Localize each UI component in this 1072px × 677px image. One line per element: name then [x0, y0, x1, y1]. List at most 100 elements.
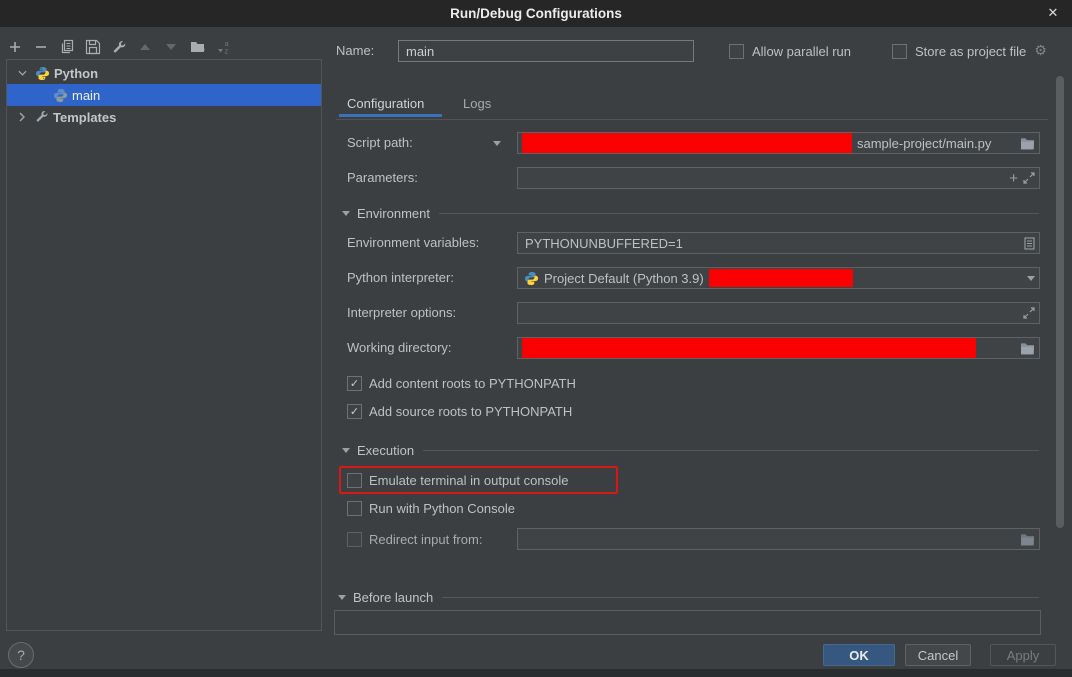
section-collapse-icon[interactable]: [338, 595, 346, 600]
run-debug-configurations-dialog: Run/Debug Configurations ✕: [0, 0, 1072, 677]
checkbox-box: ✓: [347, 501, 362, 516]
close-icon[interactable]: ✕: [1042, 0, 1064, 27]
bottom-edge-strip: [0, 669, 1072, 677]
dropdown-arrow-icon[interactable]: [1027, 276, 1035, 281]
tree-item-python[interactable]: Python: [7, 62, 321, 84]
python-interpreter-select[interactable]: Project Default (Python 3.9): [517, 267, 1040, 289]
name-label: Name:: [336, 40, 374, 62]
checkbox-label: Redirect input from:: [369, 532, 482, 547]
checkbox-label: Allow parallel run: [752, 44, 851, 59]
add-configuration-button[interactable]: [5, 37, 25, 57]
expand-field-icon[interactable]: [1023, 307, 1035, 319]
chevron-down-icon[interactable]: [493, 141, 501, 146]
script-path-row: Script path: sample-project/main.py: [336, 132, 1040, 154]
environment-variables-label: Environment variables:: [347, 232, 479, 254]
python-icon: [53, 88, 68, 103]
working-directory-label: Working directory:: [347, 337, 452, 359]
name-input[interactable]: main: [398, 40, 694, 62]
wrench-icon: [35, 110, 49, 124]
move-down-button[interactable]: [161, 37, 181, 57]
checkbox-box: ✓: [347, 376, 362, 391]
checkbox-label: Run with Python Console: [369, 501, 515, 516]
execution-section-header[interactable]: Execution: [342, 441, 1039, 459]
name-value: main: [406, 44, 434, 59]
help-icon: ?: [17, 647, 25, 663]
interpreter-options-input[interactable]: [517, 302, 1040, 324]
run-with-python-console-checkbox[interactable]: ✓ Run with Python Console: [347, 498, 515, 518]
tab-logs[interactable]: Logs: [463, 96, 491, 111]
checkbox-box: ✓: [347, 532, 362, 547]
environment-variables-row: Environment variables: PYTHONUNBUFFERED=…: [336, 232, 1040, 254]
script-path-label: Script path:: [347, 132, 413, 154]
add-macro-icon[interactable]: +: [1009, 170, 1018, 187]
vertical-scrollbar-thumb[interactable]: [1056, 76, 1064, 528]
checkbox-label: Add content roots to PYTHONPATH: [369, 376, 576, 391]
checkbox-box: ✓: [347, 473, 362, 488]
configurations-tree-panel: Python main Templates: [6, 59, 322, 631]
parameters-label: Parameters:: [347, 167, 418, 189]
before-launch-task-list[interactable]: [334, 610, 1041, 635]
checkbox-label: Emulate terminal in output console: [369, 473, 568, 488]
environment-variables-value: PYTHONUNBUFFERED=1: [522, 236, 683, 251]
checkbox-box: ✓: [892, 44, 907, 59]
title-bar: Run/Debug Configurations ✕: [0, 0, 1072, 27]
section-title: Environment: [357, 206, 430, 221]
script-path-input[interactable]: sample-project/main.py: [517, 132, 1040, 154]
environment-section-header[interactable]: Environment: [342, 204, 1039, 222]
ok-button[interactable]: OK: [823, 644, 895, 666]
gear-icon[interactable]: ⚙: [1034, 44, 1047, 58]
tab-configuration[interactable]: Configuration: [347, 96, 424, 111]
script-path-value: sample-project/main.py: [857, 136, 991, 151]
browse-folder-icon[interactable]: [1020, 137, 1035, 150]
section-divider: [439, 213, 1039, 214]
help-button[interactable]: ?: [8, 642, 34, 668]
chevron-right-icon[interactable]: [17, 112, 27, 122]
browse-folder-icon[interactable]: [1020, 533, 1035, 546]
checkbox-label: Store as project file: [915, 44, 1026, 59]
interpreter-options-label: Interpreter options:: [347, 302, 456, 324]
remove-configuration-button[interactable]: [31, 37, 51, 57]
python-interpreter-row: Python interpreter: Project Default (Pyt…: [336, 267, 1040, 289]
create-folder-button[interactable]: [188, 37, 208, 57]
tree-item-templates[interactable]: Templates: [7, 106, 321, 128]
move-up-button[interactable]: [135, 37, 155, 57]
python-icon: [524, 271, 539, 286]
emulate-terminal-checkbox[interactable]: ✓ Emulate terminal in output console: [347, 470, 568, 490]
apply-button[interactable]: Apply: [990, 644, 1056, 666]
before-launch-section-header[interactable]: Before launch: [338, 588, 1039, 606]
edit-variables-icon[interactable]: [1024, 237, 1035, 250]
checkbox-box: ✓: [729, 44, 744, 59]
save-configuration-button[interactable]: [83, 37, 103, 57]
tree-item-main-selected[interactable]: main: [7, 84, 321, 106]
browse-folder-icon[interactable]: [1020, 342, 1035, 355]
add-source-roots-checkbox[interactable]: ✓ Add source roots to PYTHONPATH: [347, 401, 572, 421]
copy-configuration-button[interactable]: [57, 37, 77, 57]
environment-variables-input[interactable]: PYTHONUNBUFFERED=1: [517, 232, 1040, 254]
redaction-box: [522, 133, 852, 153]
expand-field-icon[interactable]: [1023, 172, 1035, 184]
checkbox-label: Add source roots to PYTHONPATH: [369, 404, 572, 419]
svg-text:z: z: [225, 48, 229, 56]
section-collapse-icon[interactable]: [342, 448, 350, 453]
working-directory-input[interactable]: [517, 337, 1040, 359]
dialog-title: Run/Debug Configurations: [450, 6, 622, 21]
sort-configurations-button[interactable]: a z: [214, 37, 234, 57]
redirect-input-row: ✓ Redirect input from:: [336, 528, 1040, 550]
interpreter-options-row: Interpreter options:: [336, 302, 1040, 324]
tree-item-label: main: [72, 88, 100, 103]
cancel-button[interactable]: Cancel: [905, 644, 971, 666]
section-title: Before launch: [353, 590, 433, 605]
redirect-input-field[interactable]: [517, 528, 1040, 550]
redirect-input-checkbox[interactable]: ✓ Redirect input from:: [347, 528, 482, 550]
tree-item-label: Python: [54, 66, 98, 81]
section-title: Execution: [357, 443, 414, 458]
section-collapse-icon[interactable]: [342, 211, 350, 216]
store-as-project-file-checkbox[interactable]: ✓ Store as project file ⚙: [892, 41, 1047, 61]
add-content-roots-checkbox[interactable]: ✓ Add content roots to PYTHONPATH: [347, 373, 576, 393]
allow-parallel-run-checkbox[interactable]: ✓ Allow parallel run: [729, 41, 851, 61]
parameters-row: Parameters: +: [336, 167, 1040, 189]
redaction-box: [709, 269, 853, 287]
edit-templates-button[interactable]: [109, 37, 129, 57]
chevron-down-icon[interactable]: [17, 69, 27, 77]
parameters-input[interactable]: +: [517, 167, 1040, 189]
